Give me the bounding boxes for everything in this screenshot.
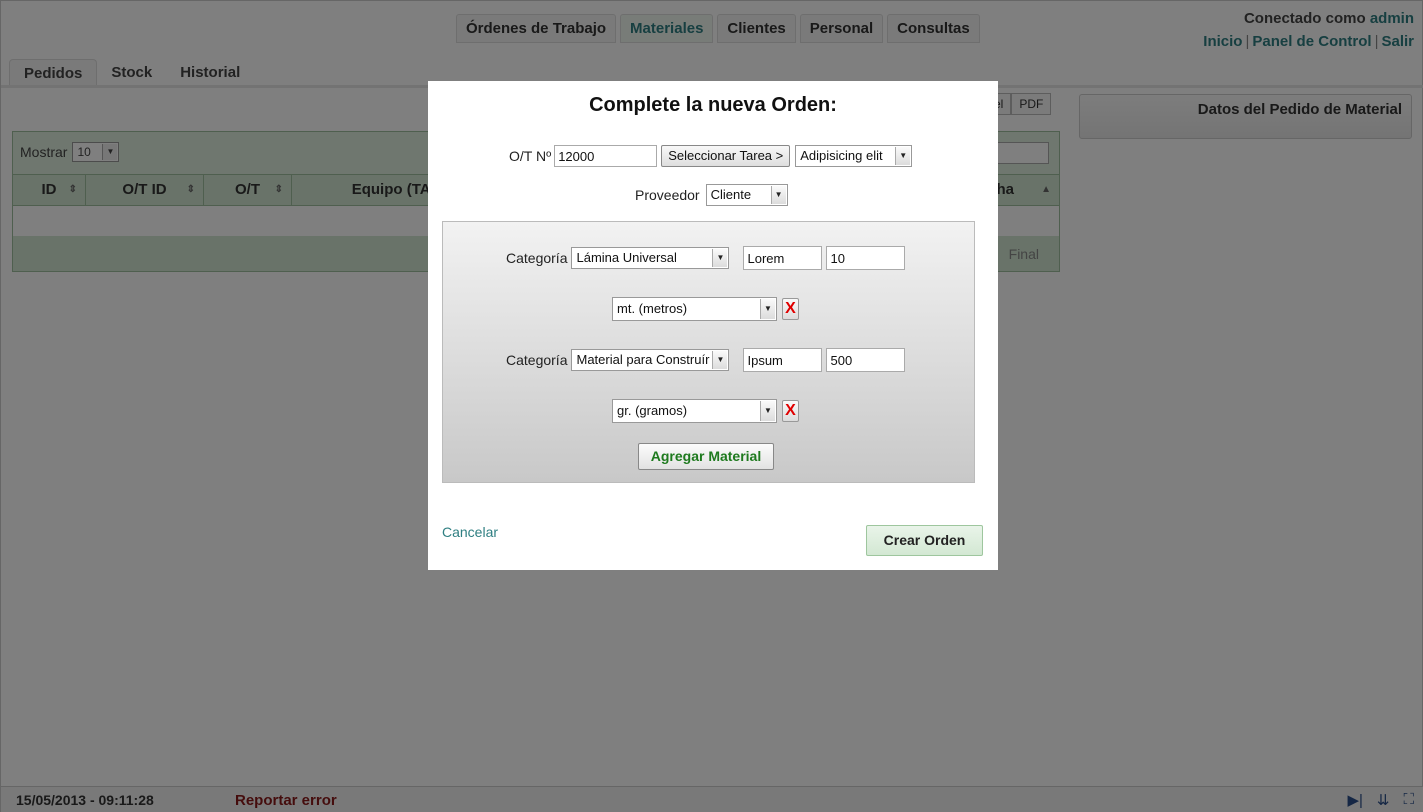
material-row: Categoría Material para Construír ▼: [506, 348, 906, 372]
material-row: Categoría Lámina Universal ▼: [506, 246, 906, 270]
cancel-link[interactable]: Cancelar: [442, 524, 498, 540]
ot-row: O/T Nº Seleccionar Tarea > Adipisicing e…: [509, 145, 913, 167]
material-name-input[interactable]: [743, 348, 823, 372]
material-quantity-input[interactable]: [826, 348, 906, 372]
task-select[interactable]: Adipisicing elit ▼: [795, 145, 913, 167]
category-label: Categoría: [506, 352, 568, 368]
unit-select-value: mt. (metros): [617, 301, 688, 316]
ot-label: O/T Nº: [509, 148, 552, 164]
category-select[interactable]: Material para Construír ▼: [571, 349, 730, 371]
chevron-down-icon: ▼: [770, 186, 786, 204]
chevron-down-icon: ▼: [760, 299, 775, 319]
ot-number-input[interactable]: [554, 145, 658, 167]
category-select[interactable]: Lámina Universal ▼: [571, 247, 730, 269]
remove-material-button[interactable]: X: [782, 400, 799, 422]
provider-row: Proveedor Cliente ▼: [635, 184, 788, 206]
unit-select-value: gr. (gramos): [617, 403, 688, 418]
unit-row: gr. (gramos) ▼ X: [612, 399, 799, 423]
unit-select[interactable]: mt. (metros) ▼: [612, 297, 777, 321]
new-order-dialog: Complete la nueva Orden: O/T Nº Seleccio…: [428, 81, 998, 570]
material-quantity-input[interactable]: [826, 246, 906, 270]
chevron-down-icon: ▼: [760, 401, 775, 421]
remove-material-button[interactable]: X: [782, 298, 799, 320]
material-name-input[interactable]: [743, 246, 823, 270]
task-select-value: Adipisicing elit: [800, 148, 883, 163]
dialog-title: Complete la nueva Orden:: [589, 94, 837, 116]
provider-label: Proveedor: [635, 187, 700, 203]
chevron-down-icon: ▼: [712, 351, 728, 369]
provider-select[interactable]: Cliente ▼: [705, 184, 788, 206]
category-select-value: Lámina Universal: [576, 250, 677, 265]
provider-select-value: Cliente: [710, 187, 752, 202]
create-order-button[interactable]: Crear Orden: [866, 525, 983, 556]
category-label: Categoría: [506, 250, 568, 266]
materials-box: Categoría Lámina Universal ▼ mt. (metros…: [442, 221, 975, 483]
chevron-down-icon: ▼: [895, 147, 911, 165]
select-task-button[interactable]: Seleccionar Tarea >: [661, 145, 791, 167]
chevron-down-icon: ▼: [712, 249, 728, 267]
add-material-button[interactable]: Agregar Material: [638, 443, 774, 470]
unit-row: mt. (metros) ▼ X: [612, 297, 799, 321]
unit-select[interactable]: gr. (gramos) ▼: [612, 399, 777, 423]
category-select-value: Material para Construír: [576, 352, 710, 367]
